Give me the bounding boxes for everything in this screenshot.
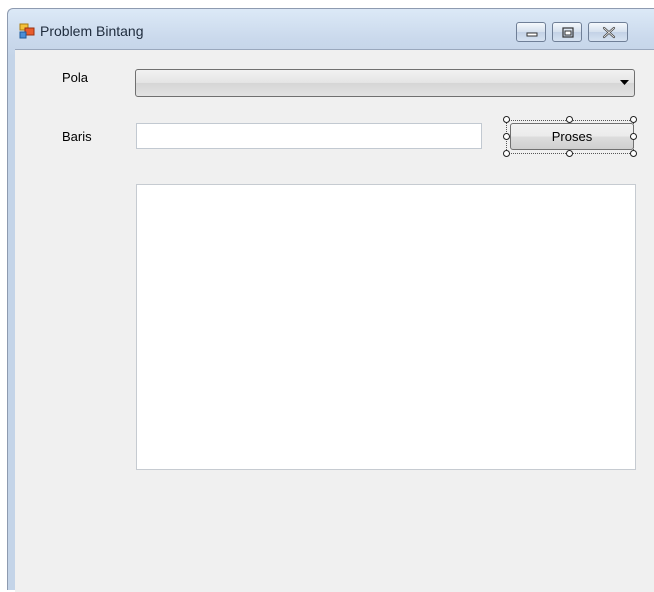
form-client-area: Pola Baris Proses	[15, 49, 654, 592]
resize-handle-sw[interactable]	[503, 150, 510, 157]
minimize-button[interactable]	[516, 22, 546, 42]
minimize-icon	[526, 32, 538, 37]
app-window: Problem Bintang Pola Baris Proses	[7, 8, 654, 592]
resize-handle-n[interactable]	[566, 116, 573, 123]
maximize-icon	[562, 27, 574, 38]
close-icon	[602, 26, 616, 39]
baris-input[interactable]	[136, 123, 482, 149]
resize-handle-s[interactable]	[566, 150, 573, 157]
output-textarea[interactable]	[136, 184, 636, 470]
window-title: Problem Bintang	[40, 23, 144, 39]
resize-handle-e[interactable]	[630, 133, 637, 140]
pola-label: Pola	[62, 70, 89, 85]
proses-button[interactable]: Proses	[510, 123, 634, 150]
resize-handle-ne[interactable]	[630, 116, 637, 123]
pola-combobox[interactable]	[135, 69, 635, 97]
resize-handle-se[interactable]	[630, 150, 637, 157]
resize-handle-w[interactable]	[503, 133, 510, 140]
maximize-button[interactable]	[552, 22, 582, 42]
close-button[interactable]	[588, 22, 628, 42]
baris-label: Baris	[62, 129, 92, 144]
form-app-icon	[19, 23, 35, 39]
title-bar[interactable]: Problem Bintang	[8, 9, 654, 49]
resize-handle-nw[interactable]	[503, 116, 510, 123]
chevron-down-icon	[620, 80, 629, 85]
